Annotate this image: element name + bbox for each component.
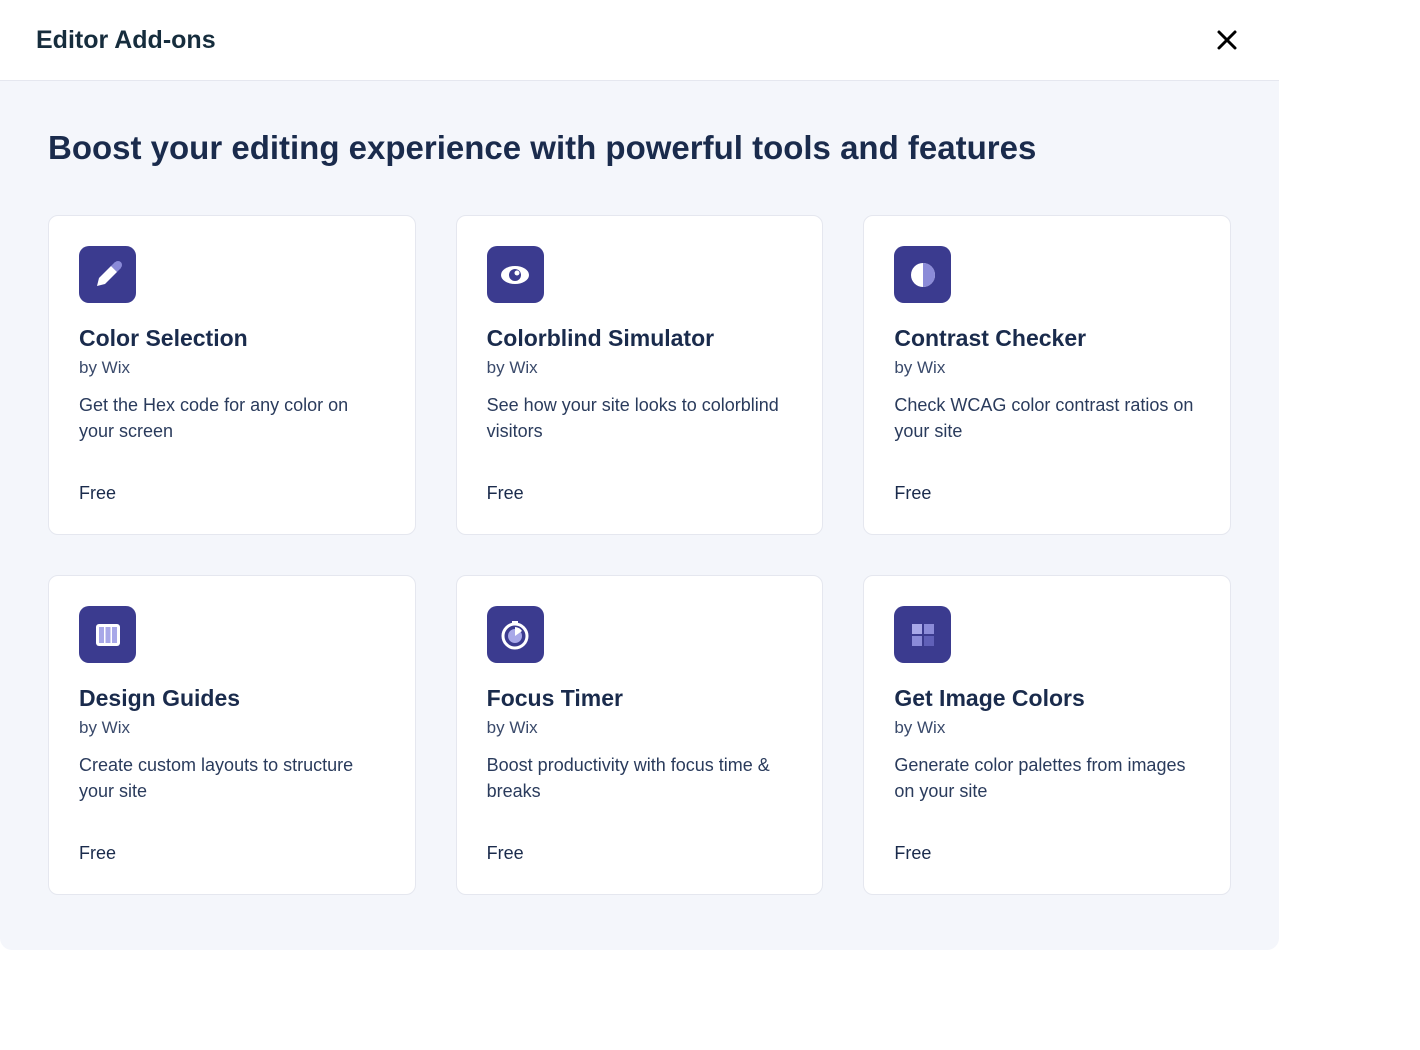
editor-addons-modal: Editor Add-ons Boost your editing experi… (0, 0, 1279, 950)
addon-author: by Wix (487, 718, 793, 738)
addon-desc: Get the Hex code for any color on your s… (79, 392, 385, 455)
modal-body[interactable]: Boost your editing experience with power… (0, 81, 1279, 950)
timer-icon (487, 606, 544, 663)
addon-price: Free (894, 843, 1200, 864)
addon-price: Free (79, 483, 385, 504)
addon-desc: Check WCAG color contrast ratios on your… (894, 392, 1200, 455)
contrast-icon (894, 246, 951, 303)
addon-title: Colorblind Simulator (487, 325, 793, 352)
eye-icon (487, 246, 544, 303)
addon-title: Color Selection (79, 325, 385, 352)
addon-card-get-image-colors[interactable]: Get Image Colors by Wix Generate color p… (863, 575, 1231, 895)
addon-card-color-selection[interactable]: Color Selection by Wix Get the Hex code … (48, 215, 416, 535)
addon-price: Free (79, 843, 385, 864)
headline: Boost your editing experience with power… (48, 129, 1231, 167)
close-icon (1216, 29, 1238, 51)
addon-title: Design Guides (79, 685, 385, 712)
addon-price: Free (487, 843, 793, 864)
addon-title: Contrast Checker (894, 325, 1200, 352)
addon-price: Free (487, 483, 793, 504)
addon-desc: Create custom layouts to structure your … (79, 752, 385, 815)
addon-desc: Generate color palettes from images on y… (894, 752, 1200, 815)
addon-price: Free (894, 483, 1200, 504)
modal-header: Editor Add-ons (0, 0, 1279, 81)
modal-title: Editor Add-ons (36, 26, 216, 55)
addon-card-focus-timer[interactable]: Focus Timer by Wix Boost productivity wi… (456, 575, 824, 895)
addon-desc: See how your site looks to colorblind vi… (487, 392, 793, 455)
addon-author: by Wix (79, 358, 385, 378)
addon-desc: Boost productivity with focus time & bre… (487, 752, 793, 815)
palette-grid-icon (894, 606, 951, 663)
addon-author: by Wix (894, 718, 1200, 738)
addon-card-colorblind-simulator[interactable]: Colorblind Simulator by Wix See how your… (456, 215, 824, 535)
addon-author: by Wix (487, 358, 793, 378)
columns-icon (79, 606, 136, 663)
addon-author: by Wix (894, 358, 1200, 378)
close-button[interactable] (1211, 24, 1243, 56)
addon-card-design-guides[interactable]: Design Guides by Wix Create custom layou… (48, 575, 416, 895)
addons-grid: Color Selection by Wix Get the Hex code … (48, 215, 1231, 895)
addon-author: by Wix (79, 718, 385, 738)
addon-title: Get Image Colors (894, 685, 1200, 712)
addon-title: Focus Timer (487, 685, 793, 712)
addon-card-contrast-checker[interactable]: Contrast Checker by Wix Check WCAG color… (863, 215, 1231, 535)
eyedropper-icon (79, 246, 136, 303)
